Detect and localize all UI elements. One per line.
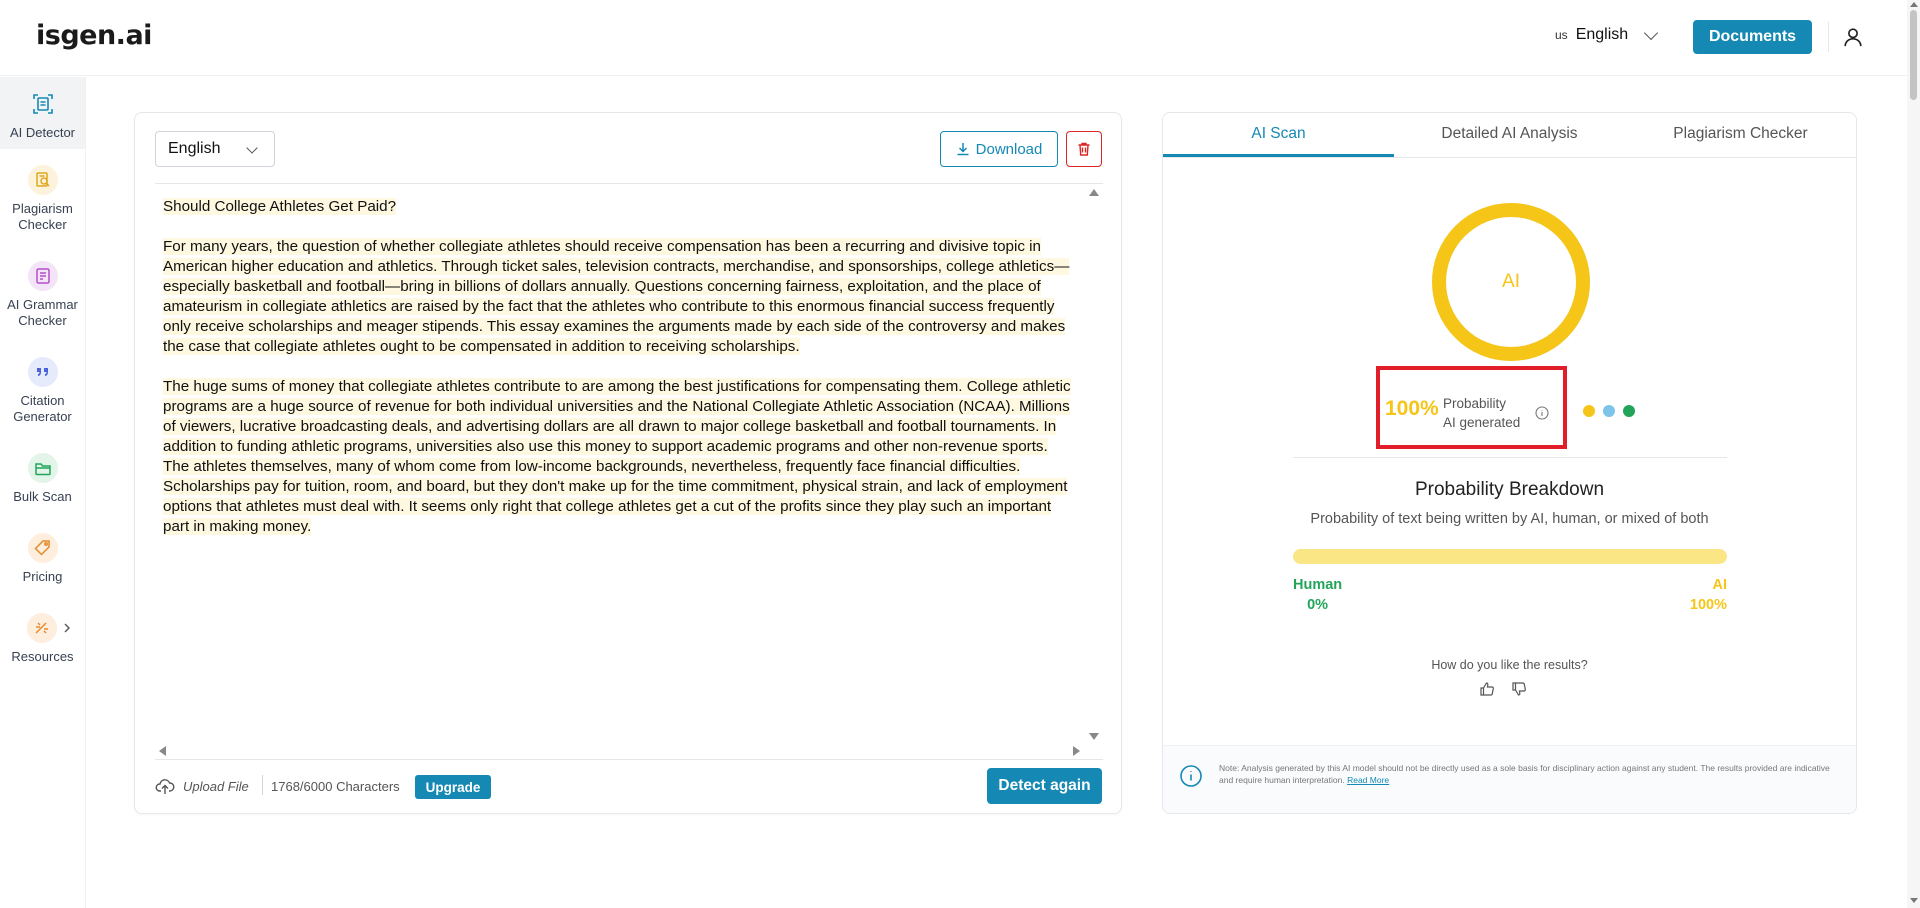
language-switcher[interactable]: us English <box>1555 25 1659 44</box>
ai-label: AI <box>1712 577 1728 593</box>
info-circle-icon <box>1180 765 1202 787</box>
thumbs-down-icon[interactable] <box>1511 681 1527 697</box>
sidebar-item-label: AI Detector <box>9 125 76 140</box>
sidebar-item-label: Pricing <box>22 569 63 584</box>
character-count: 1768/6000 Characters <box>271 779 400 794</box>
download-button[interactable]: Download <box>940 131 1058 167</box>
sidebar: AI Detector Plagiarism Checker AI Gramma… <box>0 77 86 908</box>
divider <box>155 759 1103 760</box>
citation-icon <box>27 357 58 387</box>
legend-dot-ai <box>1583 405 1595 417</box>
window-scrollbar[interactable] <box>1907 0 1920 908</box>
ai-stat: AI 100% <box>1683 575 1727 615</box>
documents-button[interactable]: Documents <box>1693 20 1812 54</box>
resources-icon <box>27 613 57 643</box>
sidebar-item-pricing[interactable]: Pricing <box>0 533 85 585</box>
legend-dot-mixed <box>1603 405 1615 417</box>
donut-label: AI <box>1502 271 1520 292</box>
info-icon[interactable] <box>1535 406 1549 420</box>
sidebar-item-ai-detector[interactable]: AI Detector <box>0 77 85 149</box>
essay-title: Should College Athletes Get Paid? <box>163 198 397 215</box>
upgrade-button[interactable]: Upgrade <box>415 775 491 799</box>
language-label: English <box>1575 26 1629 43</box>
tab-plagiarism-checker[interactable]: Plagiarism Checker <box>1625 113 1856 157</box>
chevron-right-icon <box>64 623 70 633</box>
trash-icon <box>1078 142 1090 156</box>
divider <box>1293 457 1727 458</box>
legend-dot-human <box>1623 405 1635 417</box>
human-stat: Human 0% <box>1293 575 1342 615</box>
plagiarism-icon <box>27 165 58 195</box>
upload-label: Upload File <box>183 778 249 794</box>
disclaimer-note: Note: Analysis generated by this AI mode… <box>1163 745 1856 813</box>
human-percent: 0% <box>1307 597 1329 613</box>
scroll-left-arrow[interactable] <box>159 746 166 756</box>
probability-caption-line1: Probability <box>1443 396 1507 411</box>
sidebar-item-resources[interactable]: Resources <box>0 613 85 665</box>
feedback-question: How do you like the results? <box>1431 658 1588 672</box>
ai-percent: 100% <box>1689 597 1727 613</box>
tab-ai-scan[interactable]: AI Scan <box>1163 113 1394 157</box>
disclaimer-text: Note: Analysis generated by this AI mode… <box>1219 762 1839 786</box>
human-label: Human <box>1293 577 1343 593</box>
sidebar-item-label: AI Grammar Checker <box>7 297 78 328</box>
sidebar-item-bulk-scan[interactable]: Bulk Scan <box>0 453 85 505</box>
user-icon[interactable] <box>1842 26 1864 48</box>
ai-probability-percent: 100% <box>1385 397 1439 420</box>
probability-bar-fill <box>1293 549 1727 564</box>
header-divider <box>1828 22 1829 52</box>
disclaimer-body: Note: Analysis generated by this AI mode… <box>1219 763 1830 785</box>
probability-bar <box>1293 549 1727 564</box>
read-more-link[interactable]: Read More <box>1347 775 1389 785</box>
scroll-up-arrow[interactable] <box>1089 189 1099 196</box>
folder-icon <box>27 453 58 483</box>
grammar-icon <box>27 261 58 291</box>
chevron-down-icon <box>246 142 258 154</box>
sidebar-item-citation-generator[interactable]: Citation Generator <box>0 357 85 425</box>
flag-icon: us <box>1555 28 1568 42</box>
sidebar-item-plagiarism-checker[interactable]: Plagiarism Checker <box>0 165 85 233</box>
download-label: Download <box>975 140 1043 158</box>
probability-caption-line2: AI generated <box>1443 415 1521 430</box>
language-select[interactable]: English <box>155 131 275 167</box>
logo[interactable]: isgen.ai <box>36 20 152 51</box>
editor-panel: English Download Should College Athletes… <box>134 112 1122 814</box>
essay-paragraph-2: The huge sums of money that collegiate a… <box>163 378 1071 535</box>
scrollbar-thumb[interactable] <box>1910 10 1917 100</box>
breakdown-title: Probability Breakdown <box>1414 479 1605 500</box>
results-panel: AI Scan Detailed AI Analysis Plagiarism … <box>1162 112 1857 814</box>
scroll-right-arrow[interactable] <box>1073 746 1080 756</box>
sidebar-item-label: Bulk Scan <box>13 489 72 504</box>
essay-paragraph-1: For many years, the question of whether … <box>163 238 1070 355</box>
language-select-value: English <box>168 140 221 157</box>
top-header: isgen.ai us English Documents <box>0 0 1907 76</box>
tab-detailed-ai-analysis[interactable]: Detailed AI Analysis <box>1394 113 1625 157</box>
essay-text-area[interactable]: Should College Athletes Get Paid? For ma… <box>163 197 1075 657</box>
delete-button[interactable] <box>1066 131 1102 167</box>
chevron-down-icon <box>1644 25 1659 40</box>
breakdown-subtitle: Probability of text being written by AI,… <box>1310 511 1709 527</box>
sidebar-item-label: Plagiarism Checker <box>12 201 73 232</box>
tag-icon <box>27 533 58 563</box>
divider <box>155 183 1103 184</box>
sidebar-item-label: Resources <box>11 649 74 664</box>
cloud-upload-icon <box>155 779 175 794</box>
thumbs-up-icon[interactable] <box>1479 681 1495 697</box>
download-icon <box>957 143 969 156</box>
scrollbar-down-arrow[interactable] <box>1910 898 1918 903</box>
sidebar-item-label: Citation Generator <box>13 393 72 424</box>
probability-caption: Probability AI generated <box>1443 394 1520 432</box>
upload-file-button[interactable]: Upload File <box>155 777 249 795</box>
divider <box>262 775 263 795</box>
results-tabs: AI Scan Detailed AI Analysis Plagiarism … <box>1163 113 1856 158</box>
ai-detector-icon <box>28 89 58 119</box>
scroll-down-arrow[interactable] <box>1089 733 1099 740</box>
detect-again-button[interactable]: Detect again <box>987 768 1102 804</box>
scrollbar-up-arrow[interactable] <box>1910 2 1918 7</box>
sidebar-item-grammar-checker[interactable]: AI Grammar Checker <box>0 261 85 329</box>
